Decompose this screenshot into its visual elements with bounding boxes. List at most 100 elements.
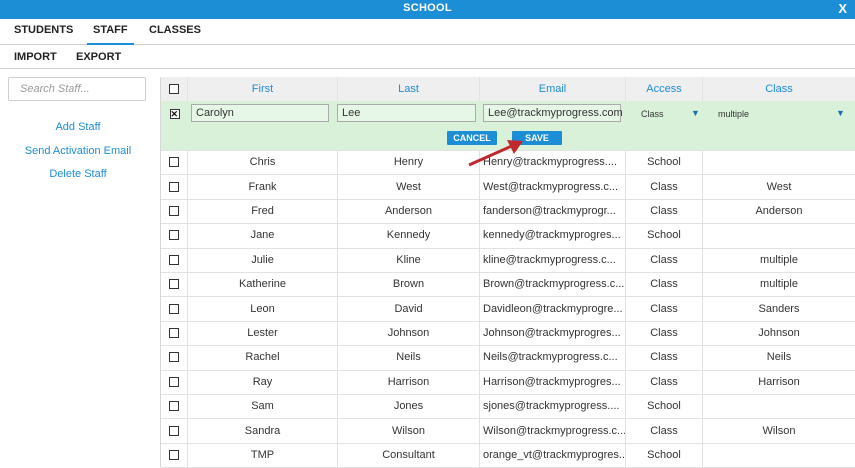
cell-last: Kennedy <box>338 223 480 248</box>
cell-last: West <box>338 174 480 199</box>
cell-access: Class <box>626 174 703 199</box>
cell-access: Class <box>626 345 703 370</box>
cell-access: School <box>626 394 703 419</box>
row-checkbox[interactable] <box>169 279 179 290</box>
cell-class: multiple <box>703 272 855 296</box>
column-header-access[interactable]: Access <box>626 77 703 101</box>
cell-class: Johnson <box>703 321 855 345</box>
cell-class <box>703 150 855 174</box>
row-checkbox[interactable] <box>169 352 179 363</box>
table-row[interactable]: Sam Jones sjones@trackmyprogress.... School <box>161 394 855 420</box>
window-titlebar: SCHOOL X <box>0 0 855 19</box>
row-checkbox[interactable] <box>169 327 179 338</box>
add-staff-link[interactable]: Add Staff <box>0 121 156 133</box>
table-row[interactable]: Frank West West@trackmyprogress.c... Class W… <box>161 174 855 200</box>
table-row[interactable]: Lester Johnson Johnson@trackmyprogres... Cl… <box>161 320 855 347</box>
cell-access: Class <box>626 418 703 443</box>
delete-staff-link[interactable]: Delete Staff <box>0 168 156 180</box>
cell-last: Jones <box>338 394 480 419</box>
class-select[interactable]: multiple <box>718 106 749 122</box>
cell-first: Leon <box>188 296 338 321</box>
column-header-class[interactable]: Class <box>703 77 855 101</box>
edit-row-checkbox[interactable] <box>169 108 180 120</box>
import-button[interactable]: IMPORT <box>14 51 57 63</box>
tab-students[interactable]: STUDENTS <box>14 24 73 36</box>
column-header-email[interactable]: Email <box>480 77 626 101</box>
row-checkbox[interactable] <box>169 376 179 387</box>
cell-first: Sam <box>188 394 338 419</box>
window-title: SCHOOL <box>403 2 452 14</box>
class-dropdown-arrow-icon[interactable]: ▼ <box>836 108 845 118</box>
access-select[interactable]: Class <box>641 106 664 122</box>
table-row[interactable]: Julie Kline kline@trackmyprogress.c... Clas… <box>161 247 855 273</box>
row-checkbox-cell <box>161 320 188 346</box>
cell-last: Neils <box>338 345 480 370</box>
row-checkbox[interactable] <box>169 254 179 265</box>
cell-email: kline@trackmyprogress.c... <box>480 247 626 272</box>
close-icon[interactable]: X <box>838 1 847 16</box>
table-row[interactable]: Fred Anderson fanderson@trackmyprogr... Cla… <box>161 198 855 225</box>
access-dropdown-arrow-icon[interactable]: ▼ <box>691 108 700 118</box>
column-header-last[interactable]: Last <box>338 77 480 101</box>
row-checkbox[interactable] <box>169 449 179 460</box>
cell-class: Neils <box>703 345 855 369</box>
tab-classes[interactable]: CLASSES <box>149 24 201 36</box>
cell-first: Rachel <box>188 345 338 370</box>
cell-email: Brown@trackmyprogress.c... <box>480 272 626 297</box>
row-checkbox[interactable] <box>169 401 179 412</box>
cell-last: Johnson <box>338 320 480 346</box>
export-button[interactable]: EXPORT <box>76 51 121 63</box>
cell-last: Henry <box>338 150 480 175</box>
row-checkbox[interactable] <box>169 425 179 436</box>
send-activation-email-link[interactable]: Send Activation Email <box>0 145 156 157</box>
last-name-field[interactable]: Lee <box>337 104 476 122</box>
tab-staff[interactable]: STAFF <box>87 24 134 45</box>
select-all-cell <box>161 77 188 101</box>
cell-class <box>703 443 855 467</box>
cell-first: TMP <box>188 442 338 468</box>
cell-class: Anderson <box>703 199 855 223</box>
email-field[interactable]: Lee@trackmyprogress.com <box>483 104 623 122</box>
cell-last: Wilson <box>338 418 480 443</box>
search-staff-input[interactable] <box>8 77 146 101</box>
table-row[interactable]: Ray Harrison Harrison@trackmyprogres... Cla… <box>161 369 855 395</box>
table-row[interactable]: Rachel Neils Neils@trackmyprogress.c... Cla… <box>161 345 855 371</box>
sub-toolbar: IMPORT EXPORT <box>0 45 855 69</box>
first-name-field[interactable]: Carolyn <box>191 104 329 122</box>
annotation-arrow-icon <box>468 140 523 167</box>
cell-email: West@trackmyprogress.c... <box>480 174 626 199</box>
table-row[interactable]: Sandra Wilson Wilson@trackmyprogress.c... C… <box>161 418 855 444</box>
row-checkbox[interactable] <box>169 205 179 216</box>
row-checkbox-cell <box>161 394 188 419</box>
cell-first: Jane <box>188 223 338 248</box>
table-row[interactable]: Leon David Davidleon@trackmyprogre... Class… <box>161 296 855 322</box>
row-checkbox[interactable] <box>169 230 179 241</box>
row-checkbox[interactable] <box>169 303 179 314</box>
table-row[interactable]: Katherine Brown Brown@trackmyprogress.c...… <box>161 272 855 298</box>
cell-access: Class <box>626 198 703 224</box>
cell-email: sjones@trackmyprogress.... <box>480 394 626 419</box>
row-checkbox[interactable] <box>169 157 179 168</box>
column-header-first[interactable]: First <box>188 77 338 101</box>
table-row[interactable]: Jane Kennedy kennedy@trackmyprogres... Scho… <box>161 223 855 249</box>
cell-last: David <box>338 296 480 321</box>
cell-access: Class <box>626 369 703 394</box>
staff-table: First Last Email Access Class Carolyn Le… <box>160 77 855 468</box>
cell-last: Brown <box>338 272 480 297</box>
cell-access: Class <box>626 296 703 321</box>
select-all-checkbox[interactable] <box>169 84 179 94</box>
row-checkbox[interactable] <box>169 181 179 192</box>
edit-row-checkbox-cell <box>161 101 188 126</box>
row-checkbox-cell <box>161 198 188 224</box>
row-checkbox-cell <box>161 174 188 199</box>
cell-email: Johnson@trackmyprogres... <box>480 320 626 346</box>
row-checkbox-cell <box>161 272 188 297</box>
table-row[interactable]: TMP Consultant orange_vt@trackmyprogres...… <box>161 442 855 468</box>
cell-email: Wilson@trackmyprogress.c... <box>480 418 626 443</box>
row-checkbox-cell <box>161 247 188 272</box>
cell-email: Davidleon@trackmyprogre... <box>480 296 626 321</box>
cell-last: Harrison <box>338 369 480 394</box>
main-tabs: STUDENTS STAFF CLASSES <box>0 19 855 45</box>
cell-class <box>703 394 855 418</box>
row-checkbox-cell <box>161 150 188 175</box>
